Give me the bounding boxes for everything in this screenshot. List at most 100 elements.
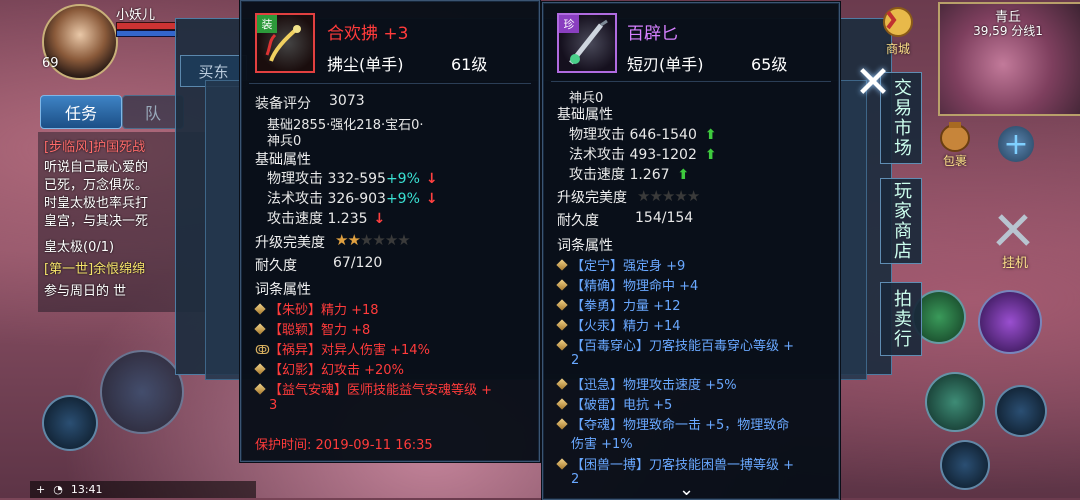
quest-line: 皇太极(0/1) — [44, 240, 115, 255]
item-icon-dagger: 珍 — [557, 13, 617, 73]
skill-slot[interactable] — [978, 290, 1042, 354]
add-icon: + — [36, 483, 46, 496]
diamond-icon — [556, 378, 568, 390]
affix-row: 【聪颖】智力 +8 — [254, 319, 370, 338]
durability-value: 67/120 — [333, 255, 383, 271]
arrow-up-icon: ⬆ — [677, 167, 690, 183]
perfection-stars: ★★★★★★ — [335, 231, 411, 249]
divider — [249, 83, 531, 84]
skill-button[interactable] — [42, 395, 98, 451]
wifi-icon: ◔ — [53, 483, 63, 496]
joystick[interactable] — [100, 350, 184, 434]
chevron-down-icon[interactable]: ⌄ — [679, 479, 694, 500]
star-icon: ★ — [359, 231, 373, 249]
attr-row: 物理攻击 332-595+9% ↓ — [267, 171, 438, 187]
affix-row: 【夺魂】物理致命一击 +5，物理致命 — [556, 414, 789, 433]
diamond-icon — [556, 398, 568, 410]
diamond-icon — [556, 319, 568, 331]
side-tab-player-shop[interactable]: 玩家商店 — [880, 178, 922, 264]
arrow-up-icon: ⬆ — [704, 127, 717, 143]
diamond-icon — [556, 259, 568, 271]
star-icon: ★ — [686, 187, 700, 205]
quest-line: 参与周日的 世 — [44, 284, 127, 299]
quest-line: [步临风]护国死战 — [44, 140, 146, 155]
quest-line: 已死，万念俱灰。 — [44, 178, 149, 193]
close-icon[interactable]: ✕ — [850, 60, 896, 106]
diamond-icon — [254, 303, 266, 315]
affix-title: 词条属性 — [557, 238, 613, 254]
bag-label: 包裹 — [942, 154, 967, 168]
diamond-icon — [556, 279, 568, 291]
auto-battle-icon[interactable] — [990, 210, 1036, 250]
affix-row: ↂ【祸异】对异人伤害 +14% — [255, 343, 430, 358]
affix-row-cont: 2 — [571, 472, 580, 487]
arrow-up-icon: ⬆ — [704, 147, 717, 163]
affix-row-cont: 伤害 +1% — [571, 437, 633, 452]
diamond-icon — [556, 458, 568, 470]
item-type: 短刃(单手) — [627, 55, 704, 74]
star-icon: ★ — [372, 231, 385, 249]
protect-time: 保护时间: 2019-09-11 16:35 — [255, 438, 433, 453]
affix-row: 【困兽一搏】刀客技能困兽一搏等级 + — [556, 454, 794, 473]
star-icon: ★ — [649, 187, 662, 205]
affix-row: 【精确】物理命中 +4 — [556, 275, 698, 294]
diamond-icon — [254, 383, 266, 395]
diamond-icon — [254, 323, 266, 335]
side-tab-auction[interactable]: 拍卖行 — [880, 282, 922, 356]
diamond-icon — [556, 418, 568, 430]
skill-slot[interactable] — [940, 440, 990, 490]
tab-task[interactable]: 任务 — [40, 95, 122, 129]
attr-row: 攻击速度 1.267 ⬆ — [569, 167, 690, 183]
affix-row-cont: 2 — [571, 353, 580, 368]
attr-row: 物理攻击 646-1540 ⬆ — [569, 127, 717, 143]
quality-badge: 装 — [257, 15, 277, 33]
quest-line: 时皇太极也率兵打 — [44, 196, 149, 211]
player-level: 69 — [42, 56, 59, 71]
item-type: 拂尘(单手) — [327, 55, 404, 74]
item-name: 合欢拂 +3 — [327, 24, 409, 44]
item-icon-whisk: 装 — [255, 13, 315, 73]
base-attr-title: 基础属性 — [557, 107, 613, 123]
clock-time: 13:41 — [70, 483, 103, 496]
item-level: 61级 — [451, 55, 488, 74]
diamond-icon — [556, 339, 568, 351]
attr-row: 攻击速度 1.235 ↓ — [267, 211, 386, 227]
star-icon: ★ — [347, 231, 360, 249]
map-coords: 39,59 分线1 — [973, 24, 1043, 38]
add-button[interactable]: + — [998, 126, 1034, 162]
affix-title: 词条属性 — [255, 282, 311, 298]
quest-line: [第一世]余恨绵绵 — [44, 262, 146, 277]
star-icon: ★ — [674, 187, 687, 205]
item-tooltip-equipped: 装 合欢拂 +3 拂尘(单手) 61级 装备评分 3073 基础2855·强化2… — [240, 0, 540, 462]
affix-row: 【破雷】电抗 +5 — [556, 394, 672, 413]
skill-slot[interactable] — [995, 385, 1047, 437]
status-bar: + ◔ 13:41 — [30, 481, 256, 498]
star-icon: ★ — [661, 187, 675, 205]
star-icon: ★ — [335, 231, 348, 249]
arrow-down-icon: ↓ — [373, 211, 386, 227]
affix-row-cont: 3 — [269, 398, 278, 413]
hp-bar — [116, 22, 178, 30]
item-tooltip-compare[interactable]: 珍 百辟匕 短刃(单手) 65级 神兵0 基础属性 物理攻击 646-1540 ⬆… — [542, 2, 840, 500]
player-name: 小妖儿 — [116, 8, 156, 23]
perfection-label: 升级完美度 — [557, 190, 627, 206]
shenbing-value: 神兵0 — [267, 134, 302, 149]
quest-line: 听说自己最心爱的 — [44, 160, 149, 175]
affix-row: 【朱砂】精力 +18 — [254, 299, 379, 318]
affix-row: 【益气安魂】医师技能益气安魂等级 + — [254, 379, 492, 398]
item-level: 65级 — [751, 55, 788, 74]
base-attr-title: 基础属性 — [255, 152, 311, 168]
perfection-label: 升级完美度 — [255, 235, 325, 251]
bag-icon[interactable] — [935, 118, 975, 154]
quest-line: 皇宫，与其决一死 — [44, 214, 149, 229]
star-icon: ★ — [397, 231, 410, 249]
score-value: 3073 — [329, 93, 365, 109]
affix-row: 【拳勇】力量 +12 — [556, 295, 681, 314]
affix-row: 【定宁】强定身 +9 — [556, 255, 685, 274]
auto-battle-label: 挂机 — [1001, 256, 1028, 271]
arrow-down-icon: ↓ — [425, 171, 438, 187]
skill-slot[interactable] — [925, 372, 985, 432]
star-icon: ★ — [637, 187, 650, 205]
item-name: 百辟匕 — [627, 24, 678, 44]
score-label: 装备评分 — [255, 96, 311, 112]
